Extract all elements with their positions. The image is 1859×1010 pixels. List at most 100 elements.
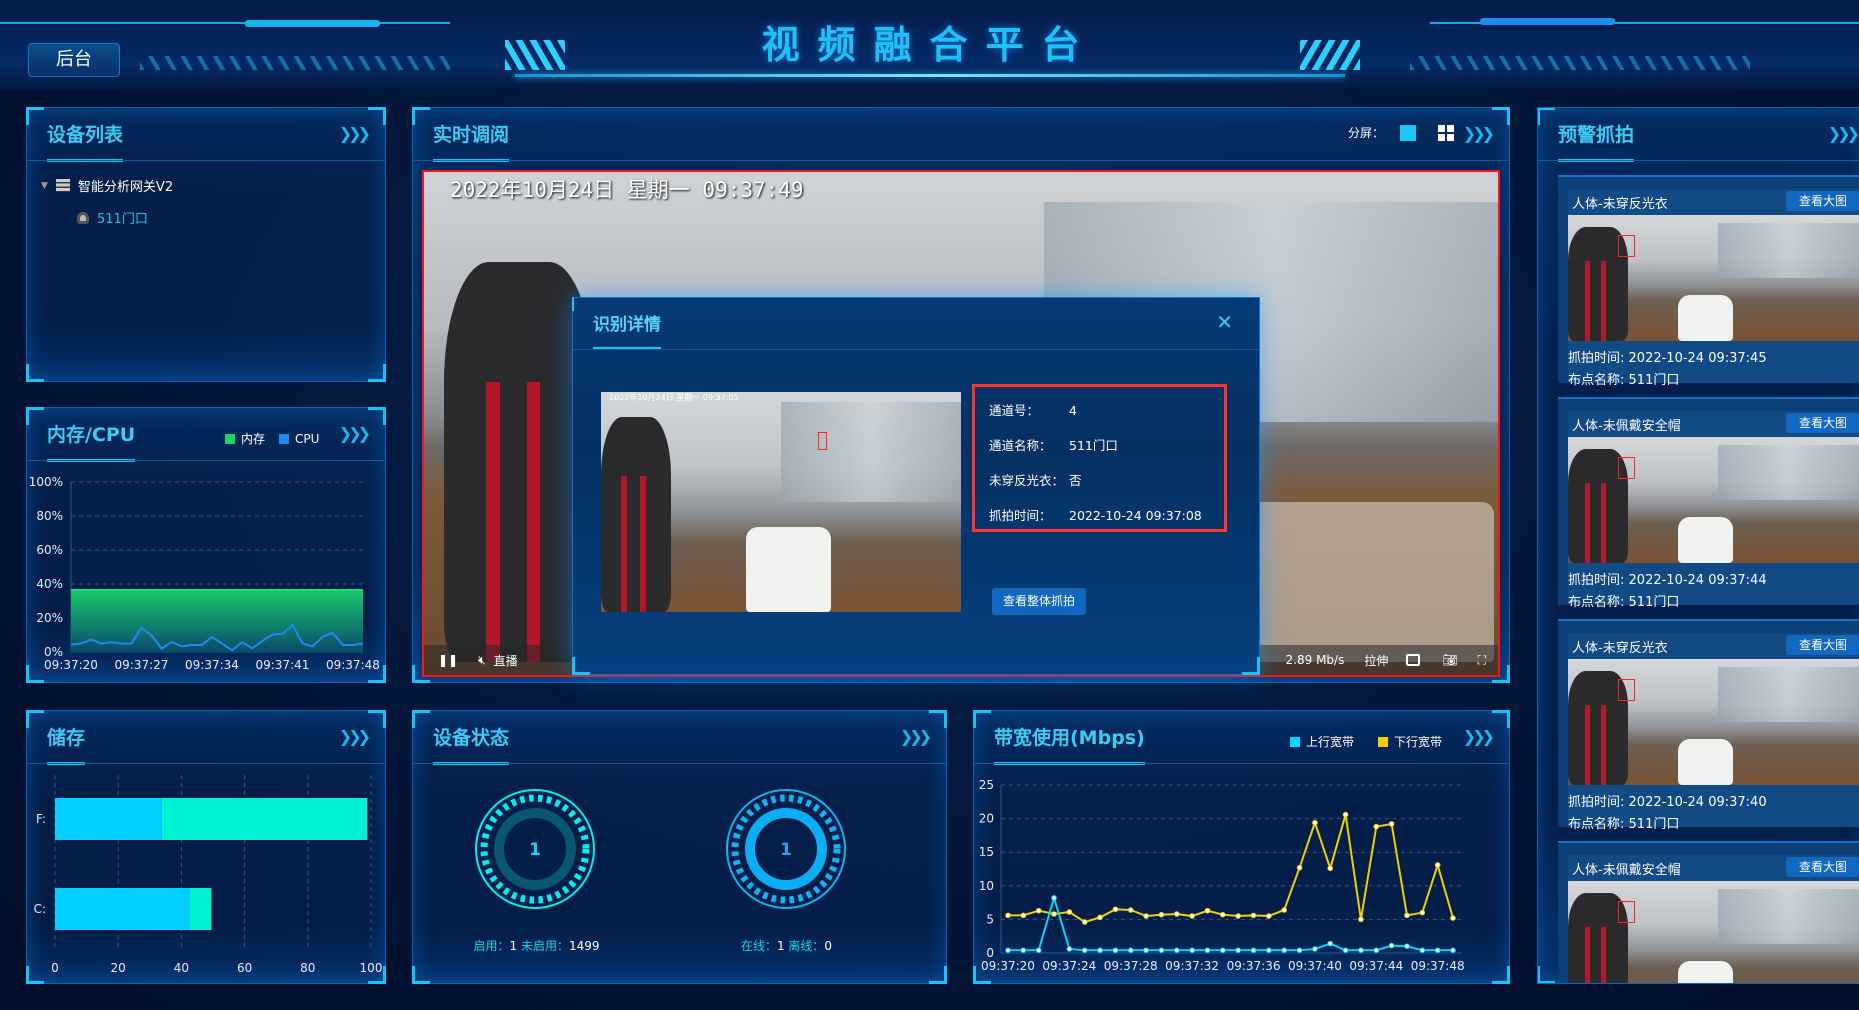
x-tick-label: 09:37:36 (1227, 959, 1281, 973)
data-point (1220, 947, 1226, 954)
alert-card-body: 人体-未穿反光衣 查看大图 抓拍时间: 2022-10-24 09:37:40 … (1568, 633, 1859, 832)
data-point (1342, 947, 1349, 954)
alert-capture-time: 抓拍时间: 2022-10-24 09:37:44 (1568, 573, 1767, 588)
alert-site-name: 布点名称: 511门口 (1568, 595, 1680, 610)
data-point (1419, 909, 1426, 916)
data-point (1097, 914, 1103, 921)
data-point (1250, 947, 1257, 954)
data-point (1266, 913, 1272, 919)
view-large-image-button[interactable]: 查看大图 (1786, 857, 1859, 877)
y-tick-label: 10 (979, 879, 994, 893)
data-point (1204, 907, 1211, 914)
data-point (1266, 947, 1272, 954)
x-tick-label: 09:37:24 (1042, 959, 1096, 973)
detection-box (1618, 679, 1635, 701)
view-large-image-button[interactable]: 查看大图 (1786, 635, 1859, 655)
alert-card-body: 人体-未穿反光衣 查看大图 抓拍时间: 2022-10-24 09:37:45 … (1568, 189, 1859, 388)
x-tick-label: 09:37:32 (1165, 959, 1219, 973)
data-point (1189, 947, 1195, 954)
data-point (1020, 912, 1027, 919)
alert-snapshot-image[interactable] (1568, 881, 1859, 983)
data-point (1388, 821, 1395, 827)
data-point (1419, 947, 1426, 954)
alert-title: 人体-未穿反光衣 (1572, 641, 1668, 656)
data-point (1143, 947, 1149, 954)
detection-box (1618, 235, 1635, 257)
data-point (1434, 947, 1441, 954)
data-point (1173, 911, 1180, 917)
y-tick-label: 5 (986, 912, 994, 926)
data-point (1404, 912, 1410, 919)
x-tick-label: 09:37:48 (1411, 959, 1465, 973)
data-point (1358, 916, 1364, 923)
data-point (1066, 946, 1073, 952)
data-point (1312, 946, 1318, 952)
data-point (1404, 943, 1410, 950)
data-point (1143, 913, 1149, 919)
x-tick-label: 09:37:44 (1349, 959, 1403, 973)
alert-card: 人体-未佩戴安全帽 查看大图 抓拍时间: 2022-10-24 09:37:44… (1558, 397, 1859, 610)
data-point (1204, 947, 1211, 954)
x-tick-label: 09:37:28 (1104, 959, 1158, 973)
y-tick-label: 0 (986, 946, 994, 960)
data-point (1281, 907, 1288, 913)
data-point (1112, 947, 1119, 954)
y-tick-label: 20 (979, 812, 994, 826)
data-point (1097, 947, 1103, 954)
data-point (1250, 912, 1257, 919)
x-tick-label: 09:37:20 (981, 959, 1035, 973)
y-tick-label: 25 (979, 778, 994, 792)
alert-card-body: 人体-未佩戴安全帽 查看大图 抓拍时间: 2022-10-24 09:37:44… (1568, 411, 1859, 610)
data-point (1035, 907, 1042, 914)
data-point (1296, 947, 1303, 954)
data-point (1327, 865, 1334, 872)
alert-card-body: 人体-未佩戴安全帽 查看大图 抓拍时间: 布点名称: (1568, 855, 1859, 983)
data-point (1173, 947, 1180, 954)
alert-card: 人体-未穿反光衣 查看大图 抓拍时间: 2022-10-24 09:37:40 … (1558, 619, 1859, 832)
data-point (1358, 947, 1364, 954)
bandwidth-chart: 0 5 10 15 20 25 09:37:20 09:37:24 09:37:28 09:37:… (979, 778, 1465, 973)
data-point (1235, 947, 1241, 954)
data-point (1035, 947, 1042, 954)
alert-site-name: 布点名称: 511门口 (1568, 373, 1680, 388)
data-point (1434, 862, 1441, 868)
data-point (1005, 947, 1011, 954)
alert-snapshot-image[interactable] (1568, 659, 1859, 785)
data-point (1327, 940, 1334, 947)
data-point (1158, 947, 1165, 954)
alert-snapshot-image[interactable] (1568, 437, 1859, 563)
alert-capture-time: 抓拍时间: 2022-10-24 09:37:45 (1568, 351, 1767, 366)
alert-snapshot-image[interactable] (1568, 215, 1859, 341)
view-large-image-button[interactable]: 查看大图 (1786, 413, 1859, 433)
data-point (1005, 912, 1011, 919)
data-point (1020, 947, 1027, 954)
data-point (1051, 911, 1057, 917)
data-point (1373, 823, 1380, 830)
data-point (1342, 811, 1349, 818)
data-point (1450, 947, 1456, 954)
data-point (1066, 909, 1073, 915)
alert-card: 人体-未佩戴安全帽 查看大图 抓拍时间: 布点名称: (1558, 841, 1859, 983)
alert-title: 人体-未穿反光衣 (1572, 197, 1668, 212)
data-point (1112, 906, 1119, 913)
data-point (1051, 895, 1057, 901)
data-point (1373, 947, 1380, 954)
view-large-image-button[interactable]: 查看大图 (1786, 191, 1859, 211)
data-point (1450, 915, 1456, 921)
alert-site-name: 布点名称: 511门口 (1568, 817, 1680, 832)
data-point (1081, 947, 1088, 954)
series-line (1008, 894, 1453, 952)
data-point (1235, 913, 1241, 919)
y-tick-label: 15 (979, 845, 994, 859)
data-point (1312, 819, 1318, 826)
data-point (1281, 947, 1288, 954)
data-point (1127, 907, 1134, 913)
series-line (1008, 814, 1454, 924)
alert-card: 人体-未穿反光衣 查看大图 抓拍时间: 2022-10-24 09:37:45 … (1558, 175, 1859, 388)
more-chevron-icon[interactable]: ❯❯❯ (1828, 124, 1859, 143)
data-point (1388, 942, 1395, 949)
data-point (1081, 919, 1088, 925)
alert-title: 人体-未佩戴安全帽 (1572, 419, 1681, 434)
alert-capture-time: 抓拍时间: 2022-10-24 09:37:40 (1568, 795, 1767, 810)
detection-box (1618, 901, 1635, 923)
